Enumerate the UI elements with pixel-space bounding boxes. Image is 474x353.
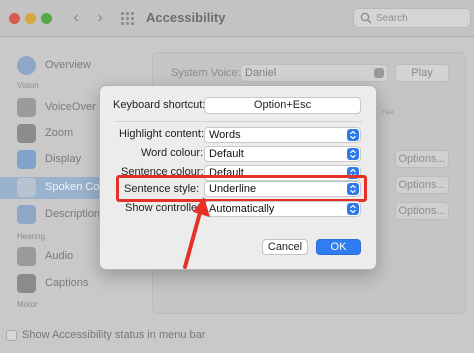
keyboard-shortcut-field[interactable]: Option+Esc bbox=[204, 97, 361, 114]
highlight-content-label: Highlight content: bbox=[119, 128, 204, 140]
speech-bubble-icon bbox=[17, 178, 36, 197]
display-icon bbox=[17, 150, 36, 169]
captions-icon bbox=[17, 274, 36, 293]
system-voice-select[interactable]: Daniel bbox=[240, 64, 388, 82]
cancel-button[interactable]: Cancel bbox=[262, 239, 308, 255]
preferences-window: ‹ › Accessibility Overview Vision VoiceO… bbox=[0, 0, 474, 353]
zoom-icon bbox=[17, 124, 36, 143]
show-controller-select[interactable]: Automatically bbox=[204, 201, 361, 217]
sidebar-section-hearing: Hearing bbox=[17, 232, 46, 241]
search-input[interactable] bbox=[376, 11, 466, 25]
status-menu-label: Show Accessibility status in menu bar bbox=[22, 329, 206, 341]
voiceover-icon bbox=[17, 98, 36, 117]
annotation-arrow-icon bbox=[183, 197, 210, 269]
ok-button[interactable]: OK bbox=[316, 239, 361, 255]
divider bbox=[115, 121, 362, 122]
back-arrow-icon[interactable]: ‹ bbox=[67, 9, 85, 27]
descriptions-icon bbox=[17, 205, 36, 224]
annotation-highlight-box bbox=[116, 175, 367, 202]
word-colour-label: Word colour: bbox=[141, 147, 204, 159]
chevron-updown-icon bbox=[347, 203, 359, 215]
speaker-icon bbox=[17, 247, 36, 266]
options-button[interactable]: Options... bbox=[395, 150, 449, 168]
sidebar-section-vision: Vision bbox=[17, 81, 39, 90]
speaking-rate-tick: Fast bbox=[382, 110, 394, 116]
options-button[interactable]: Options... bbox=[395, 202, 449, 220]
word-colour-select[interactable]: Default bbox=[204, 146, 361, 162]
chevron-updown-icon bbox=[347, 129, 359, 141]
forward-arrow-icon[interactable]: › bbox=[91, 9, 109, 27]
zoom-window-button[interactable] bbox=[41, 13, 52, 24]
options-button[interactable]: Options... bbox=[395, 176, 449, 194]
search-field[interactable] bbox=[353, 8, 471, 28]
chevron-updown-icon bbox=[374, 68, 384, 78]
sidebar-section-motor: Motor bbox=[17, 300, 38, 309]
sidebar-item-captions[interactable]: Captions bbox=[0, 273, 150, 295]
info-icon bbox=[17, 56, 36, 75]
system-voice-value: Daniel bbox=[245, 67, 277, 79]
search-icon bbox=[360, 12, 372, 24]
sidebar-item-overview[interactable]: Overview bbox=[0, 55, 150, 77]
window-title: Accessibility bbox=[146, 10, 226, 25]
system-voice-label: System Voice: bbox=[171, 67, 241, 79]
title-bar: ‹ › Accessibility bbox=[0, 0, 474, 37]
close-window-button[interactable] bbox=[9, 13, 20, 24]
show-all-grid-icon[interactable] bbox=[121, 12, 135, 25]
status-menu-checkbox[interactable] bbox=[6, 330, 17, 341]
keyboard-shortcut-label: Keyboard shortcut: bbox=[113, 99, 206, 111]
play-button[interactable]: Play bbox=[395, 64, 449, 82]
highlight-content-select[interactable]: Words bbox=[204, 127, 361, 143]
chevron-updown-icon bbox=[347, 148, 359, 160]
minimize-window-button[interactable] bbox=[25, 13, 36, 24]
